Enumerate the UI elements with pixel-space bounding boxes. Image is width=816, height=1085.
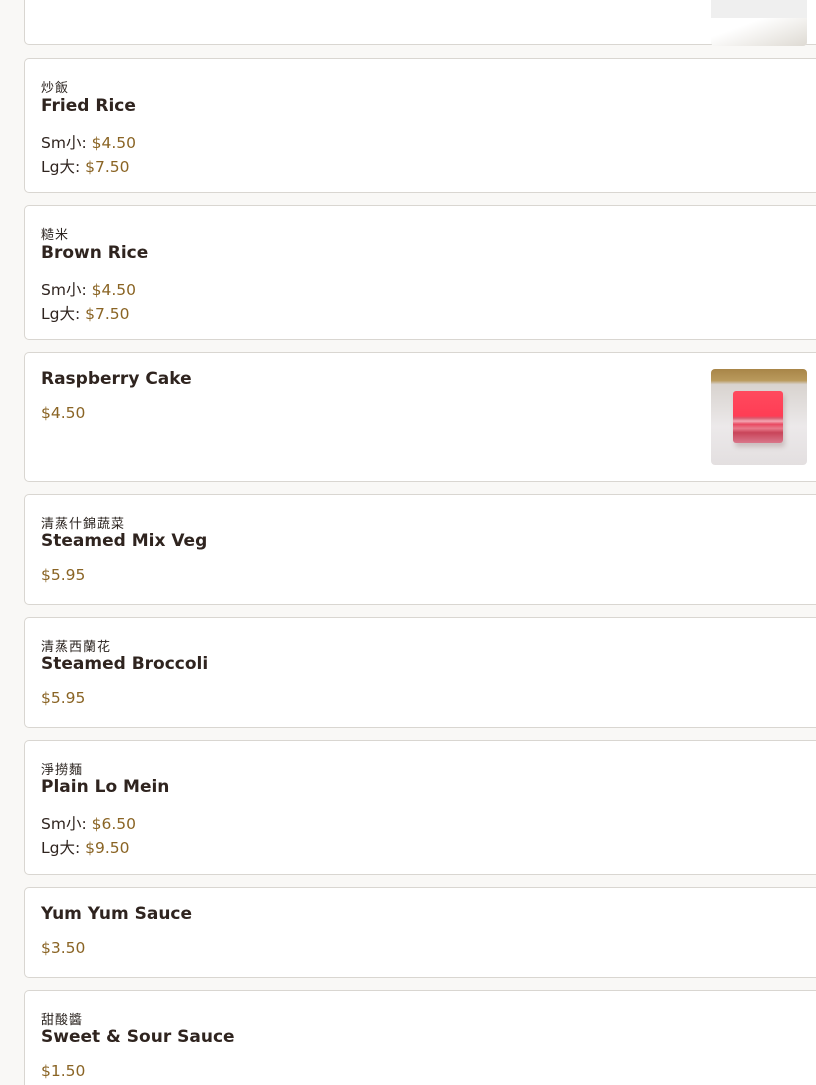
size-label: Sm小	[41, 134, 82, 152]
item-name: Brown Rice	[41, 243, 149, 263]
menu-item-card[interactable]: Raspberry Cake $4.50	[24, 352, 816, 482]
item-price: $1.50	[41, 1062, 86, 1080]
item-price: $6.50	[91, 815, 136, 833]
item-price: $9.50	[85, 839, 130, 857]
item-chinese-name: 清蒸什錦蔬菜	[41, 517, 126, 532]
size-label: Sm小	[41, 815, 82, 833]
raspberry-cake-photo-icon[interactable]	[711, 369, 807, 465]
item-price: $5.95	[41, 566, 86, 584]
item-price-line: $5.95	[41, 689, 85, 707]
size-price-large: Lg大: $7.50	[41, 155, 130, 177]
size-separator: :	[81, 815, 92, 833]
item-price-line: $5.95	[41, 566, 85, 584]
item-price: $5.95	[41, 689, 86, 707]
size-separator: :	[74, 158, 86, 176]
size-price-large: Lg大: $9.50	[41, 836, 130, 858]
menu-item-card[interactable]	[24, 0, 816, 46]
item-name: Yum Yum Sauce	[41, 904, 193, 924]
item-name: Steamed Mix Veg	[41, 531, 208, 551]
item-price: $4.50	[41, 404, 86, 422]
item-price-line: $3.50	[41, 939, 85, 957]
item-chinese-name: 糙米	[41, 228, 70, 243]
menu-item-card[interactable]: 清蒸什錦蔬菜 Steamed Mix Veg $5.95	[24, 494, 816, 605]
item-chinese-name: 清蒸西蘭花	[41, 640, 112, 655]
item-price: $7.50	[85, 305, 130, 323]
item-name: Raspberry Cake	[41, 369, 192, 389]
size-separator: :	[74, 839, 86, 857]
size-price-large: Lg大: $7.50	[41, 302, 130, 324]
item-price: $4.50	[91, 134, 136, 152]
menu-list: 炒飯 Fried Rice Sm小: $4.50 Lg大: $7.50 糙米 B…	[0, 0, 816, 1085]
item-price: $7.50	[85, 158, 130, 176]
item-price: $4.50	[91, 281, 136, 299]
size-label: Lg大	[41, 305, 75, 323]
item-price-line: $4.50	[41, 404, 85, 422]
yellow-cake-photo-icon[interactable]	[711, 0, 807, 46]
size-separator: :	[74, 305, 86, 323]
menu-item-card[interactable]: 糙米 Brown Rice Sm小: $4.50 Lg大: $7.50	[24, 205, 816, 340]
size-label: Sm小	[41, 281, 82, 299]
menu-item-card[interactable]: Yum Yum Sauce $3.50	[24, 887, 816, 978]
menu-item-card[interactable]: 炒飯 Fried Rice Sm小: $4.50 Lg大: $7.50	[24, 58, 816, 193]
item-price-line: $1.50	[41, 1062, 85, 1080]
item-price: $3.50	[41, 939, 86, 957]
item-name: Steamed Broccoli	[41, 654, 209, 674]
item-chinese-name: 甜酸醬	[41, 1013, 84, 1028]
size-separator: :	[81, 134, 92, 152]
size-price-small: Sm小: $4.50	[41, 131, 136, 153]
item-name: Fried Rice	[41, 96, 136, 116]
size-separator: :	[81, 281, 92, 299]
menu-item-card[interactable]: 甜酸醬 Sweet & Sour Sauce $1.50	[24, 990, 816, 1085]
size-label: Lg大	[41, 839, 75, 857]
size-price-small: Sm小: $4.50	[41, 278, 136, 300]
menu-item-card[interactable]: 淨撈麵 Plain Lo Mein Sm小: $6.50 Lg大: $9.50	[24, 740, 816, 875]
item-chinese-name: 炒飯	[41, 81, 70, 96]
item-name: Plain Lo Mein	[41, 777, 170, 797]
item-chinese-name: 淨撈麵	[41, 763, 84, 778]
size-price-small: Sm小: $6.50	[41, 812, 136, 834]
size-label: Lg大	[41, 158, 75, 176]
menu-item-card[interactable]: 清蒸西蘭花 Steamed Broccoli $5.95	[24, 617, 816, 728]
item-name: Sweet & Sour Sauce	[41, 1027, 235, 1047]
